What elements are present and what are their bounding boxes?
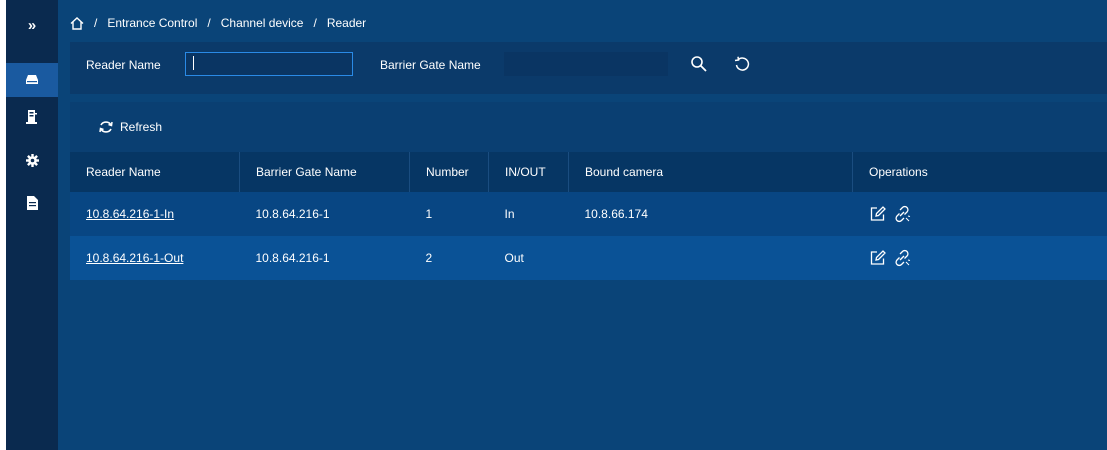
reader-name-label: Reader Name — [86, 58, 161, 72]
breadcrumb: / Entrance Control / Channel device / Re… — [70, 14, 366, 32]
breadcrumb-item-channel-device[interactable]: Channel device — [221, 16, 304, 30]
breadcrumb-separator: / — [94, 16, 98, 30]
home-icon[interactable] — [70, 16, 84, 30]
sidebar-item-reports[interactable] — [6, 186, 58, 220]
in-out-cell: Out — [504, 251, 524, 265]
vehicle-icon — [26, 75, 38, 84]
refresh-button[interactable]: Refresh — [98, 118, 162, 136]
col-reader-name[interactable]: Reader Name — [70, 152, 240, 192]
gate-icon — [26, 109, 37, 124]
main-content: / Entrance Control / Channel device / Re… — [58, 0, 1107, 450]
table-row: 10.8.64.216-1-Out 10.8.64.216-1 2 Out — [70, 236, 1107, 280]
col-in-out[interactable]: IN/OUT — [488, 152, 569, 192]
refresh-label: Refresh — [120, 120, 163, 134]
toolbar: Refresh — [70, 102, 1107, 152]
sidebar-item-vehicle[interactable] — [6, 63, 58, 97]
reset-icon — [734, 56, 749, 71]
filter-bar: Reader Name Barrier Gate Name — [70, 42, 1107, 94]
double-chevron-right-icon: » — [27, 16, 37, 34]
unlink-icon[interactable] — [893, 249, 911, 267]
table-row: 10.8.64.216-1-In 10.8.64.216-1 1 In 10.8… — [70, 192, 1107, 236]
col-operations: Operations — [869, 165, 928, 179]
breadcrumb-separator: / — [313, 16, 317, 30]
edit-icon[interactable] — [869, 205, 887, 223]
number-cell: 1 — [425, 207, 433, 221]
search-icon — [691, 56, 707, 72]
gear-icon — [25, 153, 39, 167]
text-caret — [193, 56, 194, 70]
bound-camera-cell: 10.8.66.174 — [584, 207, 648, 221]
document-icon — [26, 196, 38, 210]
operations-cell — [853, 236, 1107, 280]
bound-camera-cell — [569, 236, 853, 280]
reader-name-link[interactable]: 10.8.64.216-1-In — [86, 207, 174, 221]
col-barrier-gate-name[interactable]: Barrier Gate Name — [239, 152, 410, 192]
breadcrumb-separator: / — [207, 16, 211, 30]
table-header-row: Reader Name Barrier Gate Name Number IN/… — [70, 152, 1107, 192]
search-button[interactable] — [687, 52, 711, 76]
barrier-gate-name-label: Barrier Gate Name — [380, 58, 481, 72]
barrier-gate-cell: 10.8.64.216-1 — [255, 251, 330, 265]
sidebar-item-settings[interactable] — [6, 143, 58, 177]
sidebar: » — [6, 0, 58, 450]
number-cell: 2 — [425, 251, 433, 265]
breadcrumb-item-reader: Reader — [326, 16, 367, 30]
app-frame: » / Entrance Control / Channel device / … — [6, 0, 1107, 450]
operations-cell — [853, 192, 1107, 236]
edit-icon[interactable] — [869, 249, 887, 267]
barrier-gate-cell: 10.8.64.216-1 — [255, 207, 330, 221]
sidebar-expand-button[interactable]: » — [6, 8, 58, 42]
sidebar-item-gate[interactable] — [6, 100, 58, 134]
barrier-gate-name-input[interactable] — [504, 52, 668, 76]
reader-name-link[interactable]: 10.8.64.216-1-Out — [86, 251, 183, 265]
in-out-cell: In — [504, 207, 515, 221]
reader-name-input[interactable] — [185, 52, 353, 76]
reset-button[interactable] — [730, 52, 754, 76]
breadcrumb-item-entrance-control[interactable]: Entrance Control — [107, 16, 197, 30]
col-bound-camera[interactable]: Bound camera — [568, 152, 853, 192]
refresh-icon — [99, 121, 113, 133]
col-number[interactable]: Number — [409, 152, 489, 192]
unlink-icon[interactable] — [893, 205, 911, 223]
reader-table: Reader Name Barrier Gate Name Number IN/… — [70, 152, 1107, 280]
reader-name-field-wrap — [185, 52, 353, 76]
